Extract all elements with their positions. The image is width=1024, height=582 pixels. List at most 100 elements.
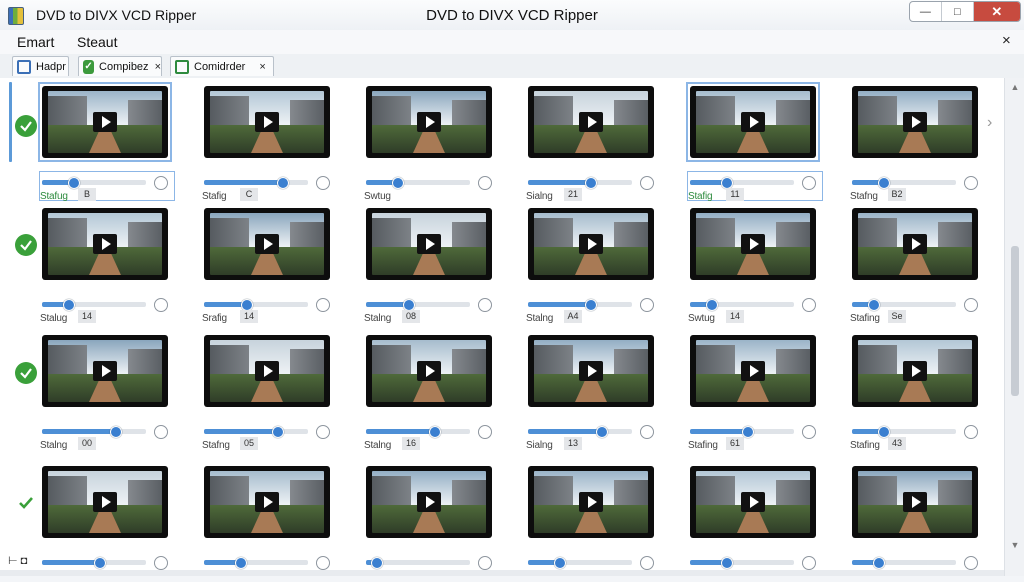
progress-slider[interactable] <box>366 177 470 189</box>
slider-knob[interactable] <box>873 557 885 569</box>
video-card[interactable]: Stalug 14 <box>40 206 174 324</box>
vertical-scrollbar[interactable]: ▲ ▼ <box>1004 78 1024 576</box>
row-check-icon[interactable] <box>15 115 37 137</box>
menu-item-emart[interactable]: Emart <box>17 34 54 50</box>
select-radio[interactable] <box>154 556 168 570</box>
progress-slider[interactable] <box>366 426 470 438</box>
slider-knob[interactable] <box>371 557 384 569</box>
video-card[interactable]: Stafng B2 <box>850 84 984 202</box>
video-card[interactable] <box>40 464 174 582</box>
video-thumbnail[interactable] <box>366 208 492 280</box>
video-thumbnail[interactable] <box>528 208 654 280</box>
slider-knob[interactable] <box>554 557 567 569</box>
menu-item-steaut[interactable]: Steaut <box>77 34 117 50</box>
select-radio[interactable] <box>478 556 492 570</box>
play-icon[interactable] <box>903 492 927 512</box>
video-thumbnail[interactable] <box>528 466 654 538</box>
play-icon[interactable] <box>93 234 117 254</box>
play-icon[interactable] <box>741 234 765 254</box>
select-radio[interactable] <box>154 176 168 190</box>
progress-slider[interactable] <box>528 299 632 311</box>
progress-slider[interactable] <box>366 299 470 311</box>
video-thumbnail[interactable] <box>528 86 654 158</box>
play-icon[interactable] <box>579 492 603 512</box>
video-card[interactable]: Stafing 61 <box>688 333 822 451</box>
progress-slider[interactable] <box>528 177 632 189</box>
video-card[interactable]: Stalng A4 <box>526 206 660 324</box>
slider-knob[interactable] <box>585 299 598 311</box>
select-radio[interactable] <box>154 425 168 439</box>
select-radio[interactable] <box>802 425 816 439</box>
play-icon[interactable] <box>417 361 441 381</box>
video-card[interactable]: Stafing Se <box>850 206 984 324</box>
video-thumbnail[interactable] <box>852 208 978 280</box>
video-thumbnail[interactable] <box>204 466 330 538</box>
tab-close-icon[interactable]: × <box>259 61 265 73</box>
video-thumbnail[interactable] <box>852 86 978 158</box>
scroll-up-icon[interactable]: ▲ <box>1005 78 1024 96</box>
minimize-button[interactable]: — <box>910 2 942 21</box>
chevron-right-icon[interactable]: › <box>987 114 992 132</box>
video-thumbnail[interactable] <box>42 208 168 280</box>
slider-knob[interactable] <box>271 426 284 438</box>
slider-knob[interactable] <box>595 426 608 438</box>
bottom-toolbar[interactable]: ⊢ ◘ <box>8 554 27 567</box>
slider-knob[interactable] <box>721 557 734 569</box>
video-card[interactable]: Stafig 11 <box>688 84 822 202</box>
play-icon[interactable] <box>903 234 927 254</box>
select-radio[interactable] <box>640 425 654 439</box>
select-radio[interactable] <box>802 298 816 312</box>
video-card[interactable] <box>526 464 660 582</box>
video-thumbnail[interactable] <box>204 335 330 407</box>
play-icon[interactable] <box>741 112 765 132</box>
progress-slider[interactable] <box>852 426 956 438</box>
slider-knob[interactable] <box>867 299 880 311</box>
tab-compibez[interactable]: ✓ Compibez × <box>78 56 162 76</box>
video-thumbnail[interactable] <box>366 466 492 538</box>
select-radio[interactable] <box>640 298 654 312</box>
row-check-icon[interactable] <box>15 234 37 256</box>
select-radio[interactable] <box>640 556 654 570</box>
video-card[interactable]: Stafug B <box>40 84 174 202</box>
video-card[interactable]: Stalng 16 <box>364 333 498 451</box>
play-icon[interactable] <box>579 234 603 254</box>
video-thumbnail[interactable] <box>204 208 330 280</box>
scroll-thumb[interactable] <box>1011 246 1019 396</box>
play-icon[interactable] <box>93 112 117 132</box>
select-radio[interactable] <box>964 425 978 439</box>
select-radio[interactable] <box>802 176 816 190</box>
play-icon[interactable] <box>903 112 927 132</box>
progress-slider[interactable] <box>690 177 794 189</box>
select-radio[interactable] <box>316 556 330 570</box>
video-thumbnail[interactable] <box>690 335 816 407</box>
select-radio[interactable] <box>154 298 168 312</box>
video-thumbnail[interactable] <box>528 335 654 407</box>
play-icon[interactable] <box>741 361 765 381</box>
video-thumbnail[interactable] <box>204 86 330 158</box>
progress-slider[interactable] <box>42 426 146 438</box>
progress-slider[interactable] <box>204 557 308 569</box>
slider-knob[interactable] <box>392 177 405 189</box>
select-radio[interactable] <box>478 425 492 439</box>
slider-knob[interactable] <box>428 426 441 438</box>
progress-slider[interactable] <box>42 177 146 189</box>
progress-slider[interactable] <box>528 426 632 438</box>
select-radio[interactable] <box>478 298 492 312</box>
video-card[interactable]: Srafig 14 <box>202 206 336 324</box>
progress-slider[interactable] <box>852 177 956 189</box>
progress-slider[interactable] <box>690 557 794 569</box>
select-radio[interactable] <box>316 176 330 190</box>
slider-knob[interactable] <box>63 299 75 311</box>
progress-slider[interactable] <box>204 299 308 311</box>
select-radio[interactable] <box>316 425 330 439</box>
video-thumbnail[interactable] <box>852 466 978 538</box>
scroll-down-icon[interactable]: ▼ <box>1005 536 1024 554</box>
video-thumbnail[interactable] <box>42 335 168 407</box>
progress-slider[interactable] <box>528 557 632 569</box>
video-card[interactable]: Sialng 13 <box>526 333 660 451</box>
video-card[interactable]: Stafng 05 <box>202 333 336 451</box>
video-card[interactable] <box>850 464 984 582</box>
maximize-button[interactable]: □ <box>942 2 974 21</box>
play-icon[interactable] <box>255 234 279 254</box>
play-icon[interactable] <box>903 361 927 381</box>
